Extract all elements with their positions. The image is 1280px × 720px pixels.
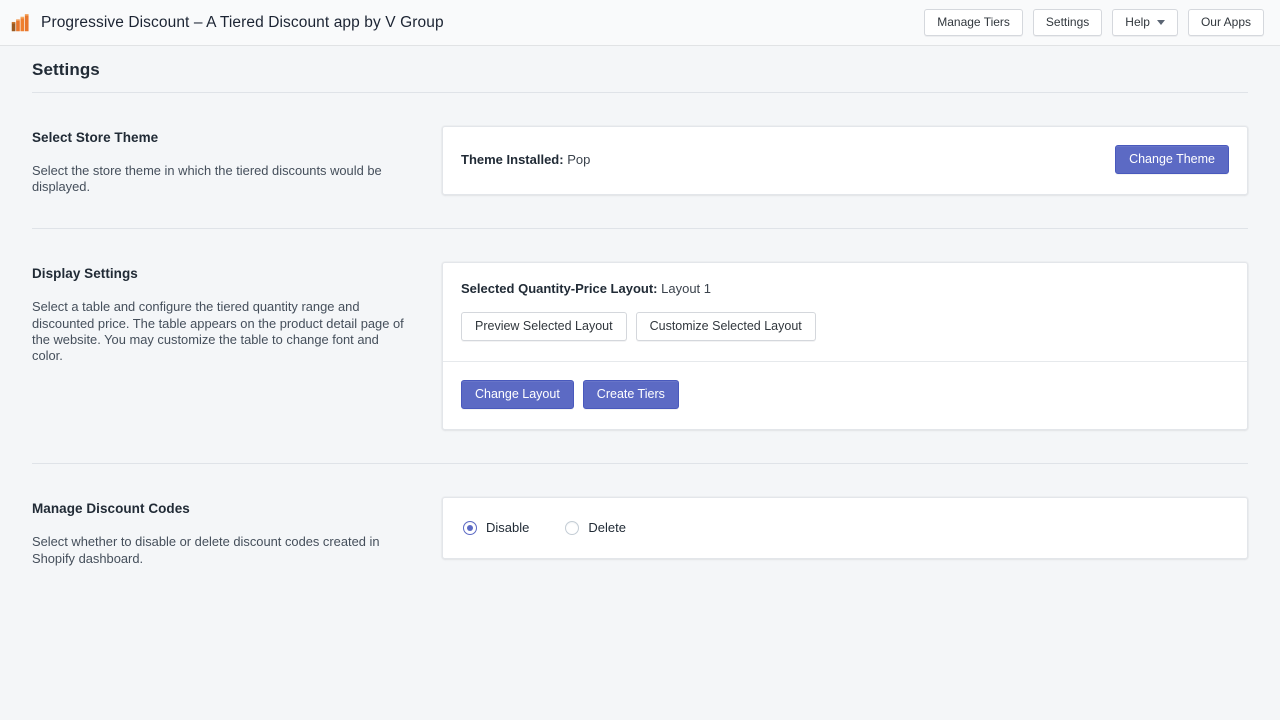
section-desc-discount-codes: Select whether to disable or delete disc… bbox=[32, 534, 380, 566]
section-display-settings: Display Settings Select a table and conf… bbox=[32, 229, 1248, 431]
discount-codes-card: Disable Delete bbox=[442, 497, 1248, 560]
topbar-actions: Manage Tiers Settings Help Our Apps bbox=[924, 9, 1264, 36]
section-heading-store-theme: Select Store Theme bbox=[32, 130, 159, 145]
section-heading-display-settings: Display Settings bbox=[32, 266, 138, 282]
discount-codes-card-body: Disable Delete bbox=[443, 498, 1247, 558]
bar-chart-icon bbox=[11, 14, 29, 32]
page-title: Settings bbox=[32, 60, 100, 79]
layout-card-top: Selected Quantity-Price Layout: Layout 1… bbox=[443, 263, 1247, 361]
app-topbar: Progressive Discount – A Tiered Discount… bbox=[0, 0, 1280, 46]
create-tiers-button[interactable]: Create Tiers bbox=[582, 380, 679, 410]
layout-primary-actions: Change Layout Create Tiers bbox=[461, 380, 1229, 410]
theme-installed-value: Pop bbox=[567, 152, 591, 167]
section-description-block: Display Settings Select a table and conf… bbox=[32, 262, 442, 364]
manage-tiers-label: Manage Tiers bbox=[937, 15, 1010, 29]
theme-installed-row: Theme Installed: Pop bbox=[461, 152, 590, 167]
selected-layout-value: Layout 1 bbox=[661, 281, 711, 297]
section-manage-discount-codes: Manage Discount Codes Select whether to … bbox=[32, 464, 1248, 566]
settings-page: Settings Select Store Theme Select the s… bbox=[0, 46, 1280, 567]
layout-card-bottom: Change Layout Create Tiers bbox=[443, 361, 1247, 429]
section-content-discount-codes: Disable Delete bbox=[442, 497, 1248, 560]
section-desc-display-settings: Select a table and configure the tiered … bbox=[32, 299, 404, 364]
radio-option-disable[interactable]: Disable bbox=[463, 520, 529, 535]
layout-secondary-actions: Preview Selected Layout Customize Select… bbox=[461, 312, 1229, 342]
layout-card: Selected Quantity-Price Layout: Layout 1… bbox=[442, 262, 1248, 431]
section-heading-discount-codes: Manage Discount Codes bbox=[32, 501, 190, 517]
help-label: Help bbox=[1125, 15, 1150, 29]
section-desc-store-theme: Select the store theme in which the tier… bbox=[32, 163, 382, 195]
selected-layout-row: Selected Quantity-Price Layout: Layout 1 bbox=[461, 281, 1229, 296]
theme-card: Theme Installed: Pop Change Theme bbox=[442, 126, 1248, 195]
change-theme-button[interactable]: Change Theme bbox=[1115, 145, 1229, 174]
radio-delete-label: Delete bbox=[588, 520, 626, 536]
our-apps-label: Our Apps bbox=[1200, 15, 1251, 29]
section-description-block: Select Store Theme Select the store them… bbox=[32, 126, 442, 195]
section-content-display-settings: Selected Quantity-Price Layout: Layout 1… bbox=[442, 262, 1248, 431]
selected-layout-label: Selected Quantity-Price Layout: bbox=[461, 281, 658, 297]
radio-option-delete[interactable]: Delete bbox=[565, 520, 626, 535]
settings-label: Settings bbox=[1045, 15, 1090, 29]
section-select-store-theme: Select Store Theme Select the store them… bbox=[32, 93, 1248, 195]
our-apps-button[interactable]: Our Apps bbox=[1187, 9, 1264, 36]
theme-installed-label: Theme Installed: bbox=[461, 152, 564, 167]
theme-card-body: Theme Installed: Pop Change Theme bbox=[443, 127, 1247, 194]
app-brand: Progressive Discount – A Tiered Discount… bbox=[10, 12, 924, 33]
manage-tiers-button[interactable]: Manage Tiers bbox=[924, 9, 1023, 36]
section-description-block: Manage Discount Codes Select whether to … bbox=[32, 497, 442, 566]
app-title: Progressive Discount – A Tiered Discount… bbox=[41, 13, 444, 31]
chevron-down-icon bbox=[1156, 20, 1165, 25]
discount-action-radio-group: Disable Delete bbox=[461, 516, 1229, 538]
radio-delete-icon[interactable] bbox=[565, 520, 580, 535]
help-dropdown-button[interactable]: Help bbox=[1112, 9, 1178, 36]
customize-selected-layout-button[interactable]: Customize Selected Layout bbox=[635, 312, 816, 342]
change-layout-button[interactable]: Change Layout bbox=[461, 380, 574, 410]
radio-disable-label: Disable bbox=[486, 520, 530, 536]
settings-button[interactable]: Settings bbox=[1032, 9, 1103, 36]
preview-selected-layout-button[interactable]: Preview Selected Layout bbox=[461, 312, 627, 342]
section-content-store-theme: Theme Installed: Pop Change Theme bbox=[442, 126, 1248, 195]
radio-disable-icon[interactable] bbox=[463, 520, 477, 535]
